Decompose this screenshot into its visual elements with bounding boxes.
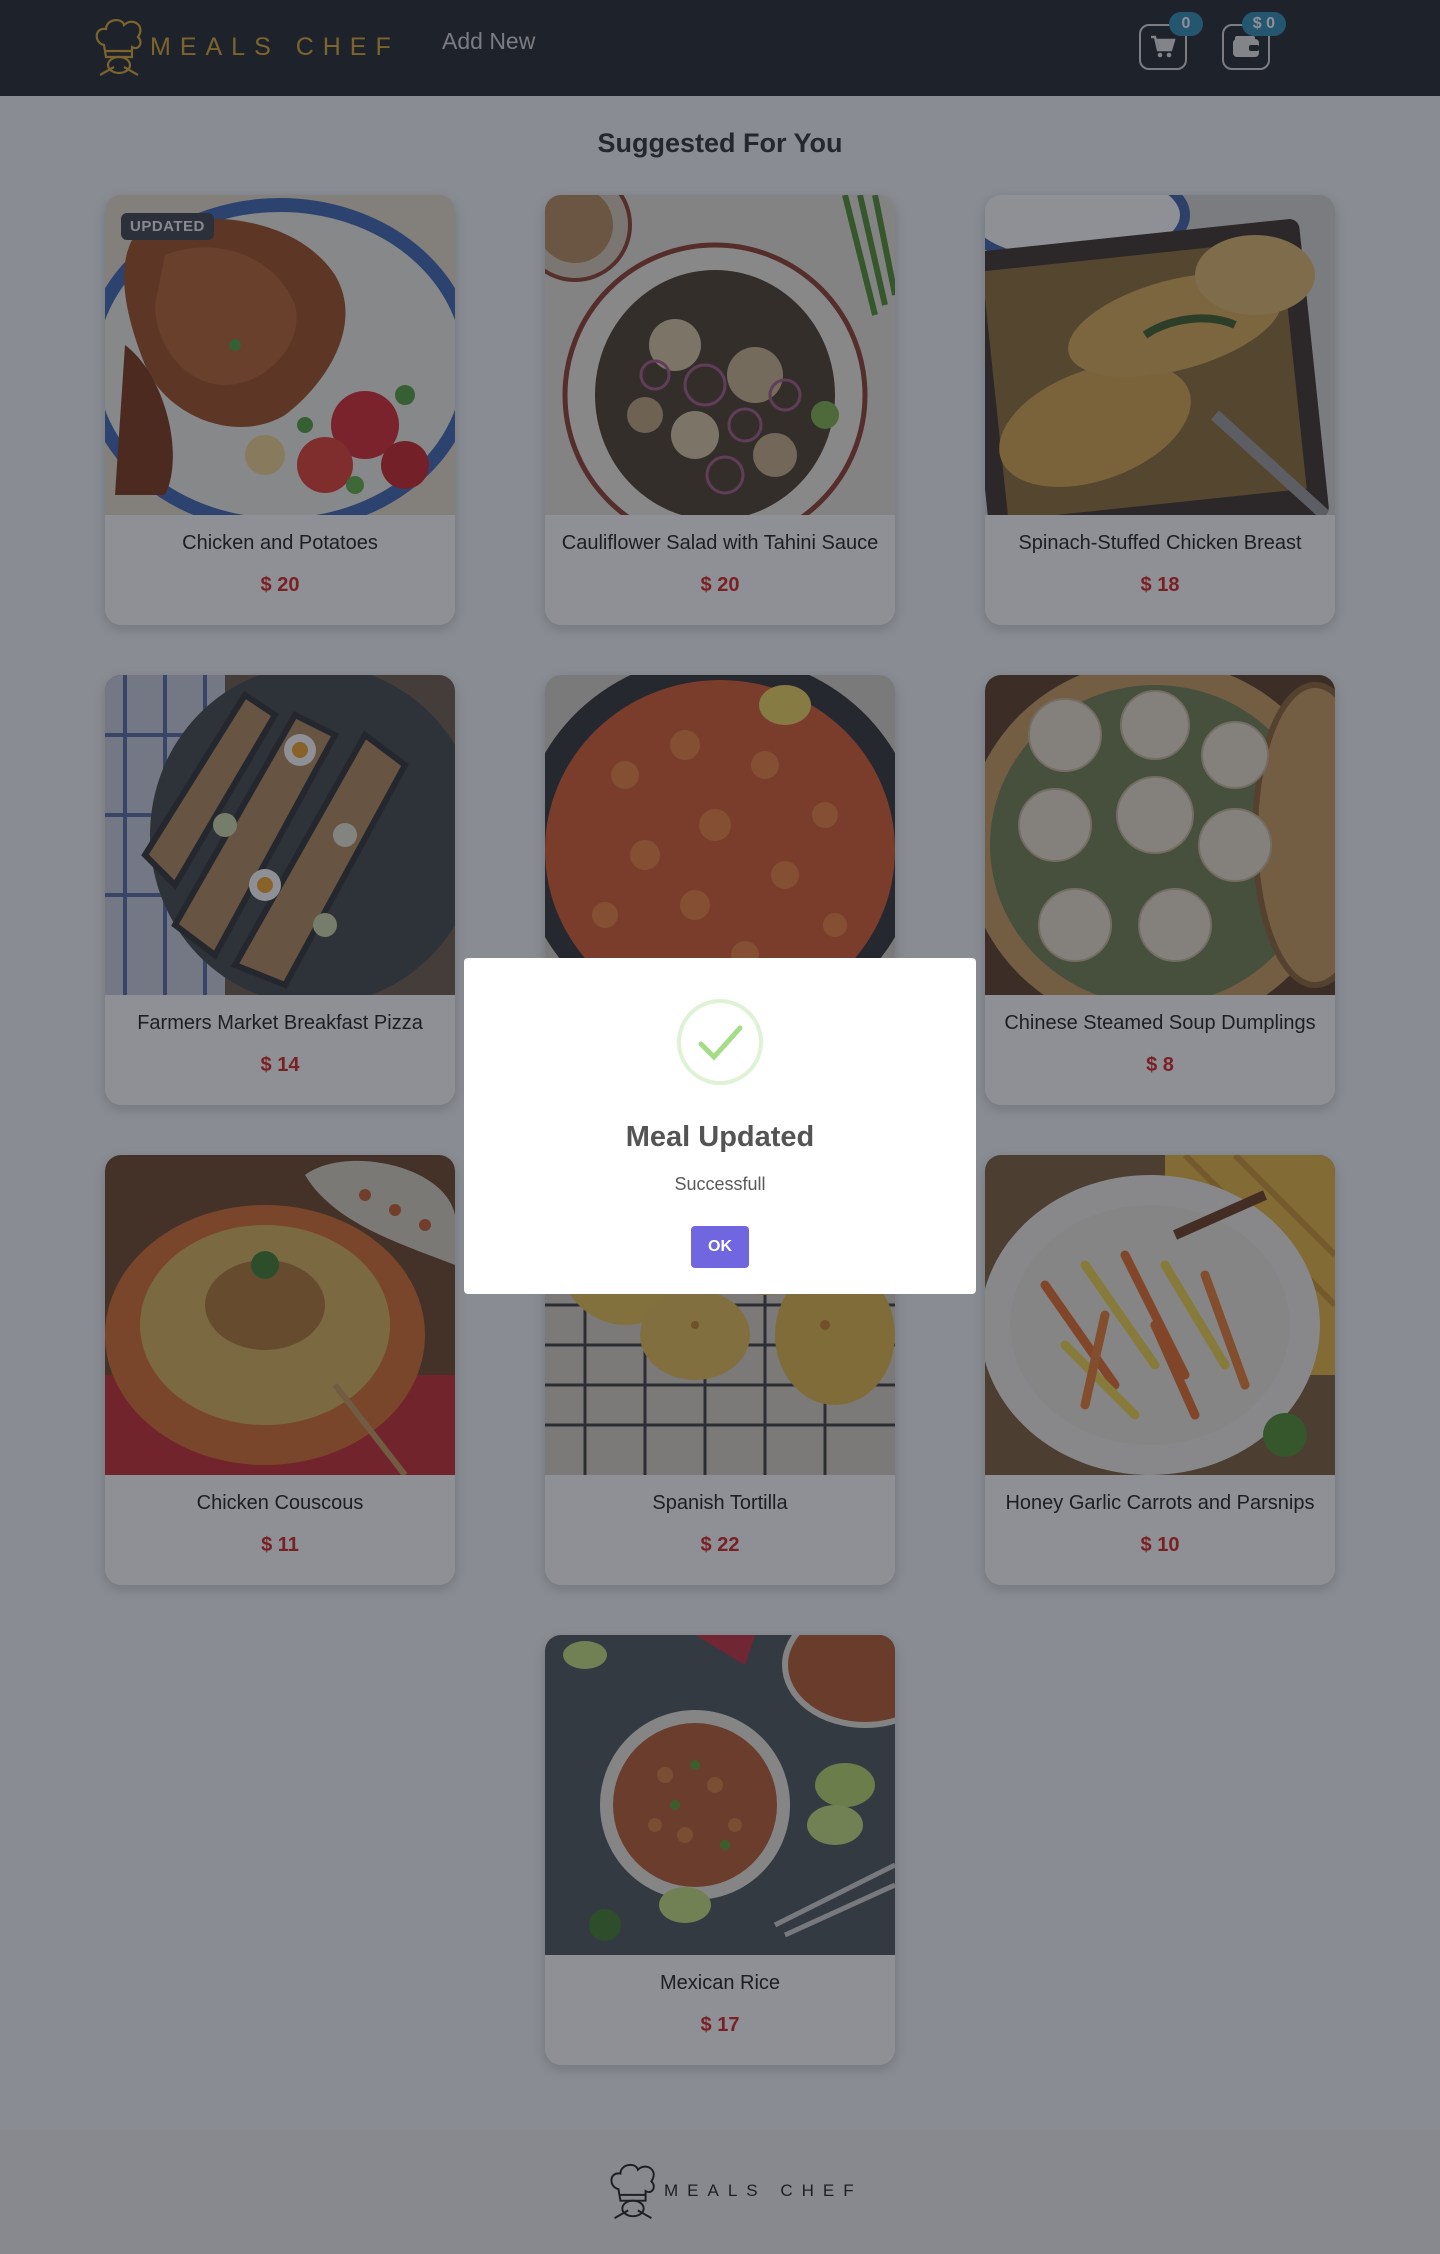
success-dialog: Meal Updated Successfull OK: [464, 958, 976, 1294]
ok-button[interactable]: OK: [691, 1226, 749, 1268]
dialog-message: Successfull: [674, 1174, 766, 1194]
check-icon: [677, 999, 763, 1085]
dialog-title: Meal Updated: [625, 1121, 815, 1153]
